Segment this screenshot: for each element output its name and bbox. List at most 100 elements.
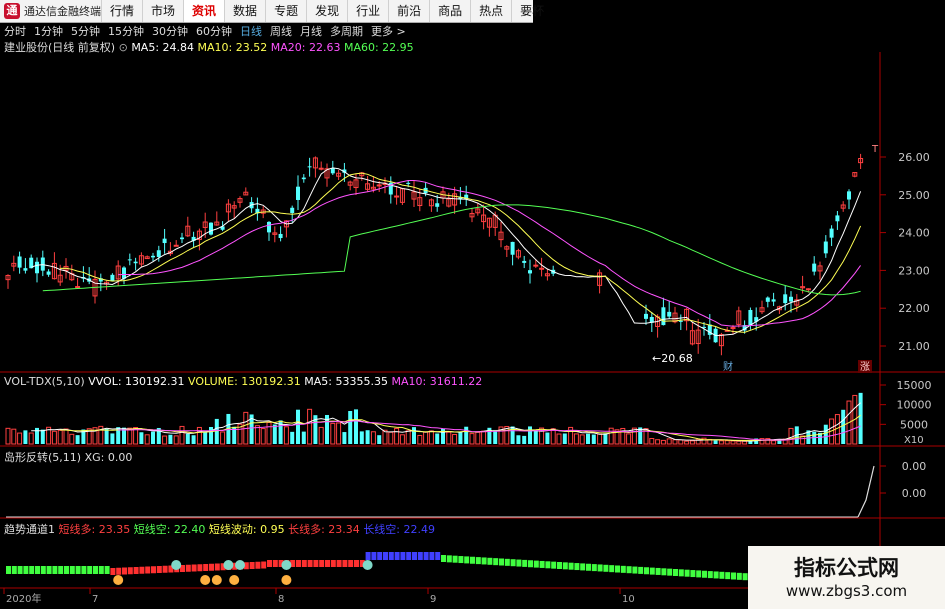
trend-channel-bar [203, 564, 208, 571]
volume-bar [273, 425, 277, 444]
trend-channel-bar [145, 567, 150, 574]
chart-area[interactable]: 26.00 25.00 24.00 23.00 22.00 21.00 ←20.68 财 涨 T 1… [0, 0, 945, 609]
island-indicator-name[interactable]: 岛形反转(5,11) [4, 451, 81, 464]
trend-channel-bar [725, 572, 730, 579]
candle-body [679, 321, 683, 322]
trend-channel-bar [545, 561, 550, 568]
price-tick-label: 23.00 [898, 264, 930, 277]
trend-channel-bar [52, 566, 57, 574]
volume-bar [377, 435, 381, 444]
buy-signal-icon[interactable] [171, 560, 181, 570]
volume-bar [342, 432, 346, 444]
trend-channel-bar [383, 552, 388, 560]
trend-channel-bar [441, 555, 446, 562]
trend-channel-bar [493, 558, 498, 565]
volume-bar [667, 439, 671, 444]
trend-channel-bar [342, 560, 347, 567]
trend-channel-bar [35, 566, 40, 574]
trend-channel-bar [412, 552, 417, 560]
volume-bar [76, 435, 80, 444]
volume-bar [348, 411, 352, 444]
volume-bar [661, 440, 665, 444]
trend-channel-bar [627, 566, 632, 573]
sell-signal-icon[interactable] [281, 575, 291, 585]
volume-bar [551, 429, 555, 444]
candle-body [667, 312, 671, 317]
sell-signal-icon[interactable] [113, 575, 123, 585]
buy-signal-icon[interactable] [235, 560, 245, 570]
candle-body [783, 294, 787, 303]
volume-unit: X10 [904, 435, 924, 446]
trend-channel-bar [209, 564, 214, 571]
volume-bar [685, 441, 689, 444]
volume-bar [290, 432, 294, 444]
limit-up-mark[interactable]: 涨 [860, 361, 870, 373]
volume-bar [690, 441, 694, 444]
trend-channel-bar [615, 566, 620, 573]
price-tick-label: 21.00 [898, 340, 930, 353]
trend-channel-bar [435, 552, 440, 560]
volume-bar [522, 436, 526, 444]
sell-signal-icon[interactable] [229, 575, 239, 585]
volume-bar [447, 432, 451, 444]
volume-bar [366, 430, 370, 444]
trend-channel-bar [18, 566, 23, 574]
volume-bar [412, 427, 416, 444]
volume-bar [429, 431, 433, 444]
xg-value: XG: 0.00 [85, 451, 133, 464]
trend-channel-bar [679, 569, 684, 576]
buy-signal-icon[interactable] [223, 560, 233, 570]
trend-channel-bar [476, 557, 481, 564]
trend-indicator-name[interactable]: 趋势通道1 [4, 523, 55, 536]
trend-channel-bar [621, 566, 626, 573]
watermark-url: www.zbgs3.com [748, 582, 945, 600]
buy-signal-icon[interactable] [281, 560, 291, 570]
trend-channel-bar [458, 556, 463, 563]
volume-bar [603, 434, 607, 444]
volume-bar [203, 432, 207, 444]
volume-bar [371, 432, 375, 444]
low-price-label: ←20.68 [652, 352, 693, 365]
trend-channel-bar [505, 559, 510, 566]
trend-channel-bar [522, 560, 527, 567]
volume-bar [725, 441, 729, 444]
trend-channel-bar [163, 566, 168, 573]
trend-channel-bar [592, 564, 597, 571]
date-label: 9 [430, 594, 436, 605]
buy-signal-icon[interactable] [363, 560, 373, 570]
trend-channel-bar [406, 552, 411, 560]
volume-bar [580, 435, 584, 444]
trend-channel-bar [313, 560, 318, 567]
sell-signal-icon[interactable] [212, 575, 222, 585]
candle-body [267, 222, 271, 232]
trend-channel-bar [429, 552, 434, 560]
price-tick-label: 26.00 [898, 151, 930, 164]
volume-tick-label: 10000 [897, 399, 932, 412]
volume-bar [255, 426, 259, 444]
candle-body [528, 270, 532, 273]
volume-bar [632, 428, 636, 444]
trend-channel-bar [743, 573, 748, 580]
candle-body [830, 229, 834, 238]
volume-bar [52, 431, 56, 444]
trend-channel-bar [23, 566, 28, 574]
candle-body [661, 307, 665, 325]
candle-body [847, 191, 851, 199]
price-tick-label: 24.00 [898, 227, 930, 240]
volume-bar [337, 423, 341, 444]
trend-channel-bar [116, 568, 121, 575]
price-tick-label: 22.00 [898, 302, 930, 315]
candle-body [522, 261, 526, 263]
candle-body [319, 168, 323, 169]
financial-report-mark[interactable]: 财 [723, 360, 733, 373]
candle-body [23, 268, 27, 270]
volume-bar [482, 431, 486, 444]
volume-bar [186, 434, 190, 444]
volume-indicator-name[interactable]: VOL-TDX(5,10) [4, 375, 85, 388]
trend-channel-bar [464, 556, 469, 563]
sell-signal-icon[interactable] [200, 575, 210, 585]
trend-channel-bar [58, 566, 63, 574]
volume-bar [406, 431, 410, 444]
volume-bar [719, 441, 723, 444]
candle-body [731, 328, 735, 329]
